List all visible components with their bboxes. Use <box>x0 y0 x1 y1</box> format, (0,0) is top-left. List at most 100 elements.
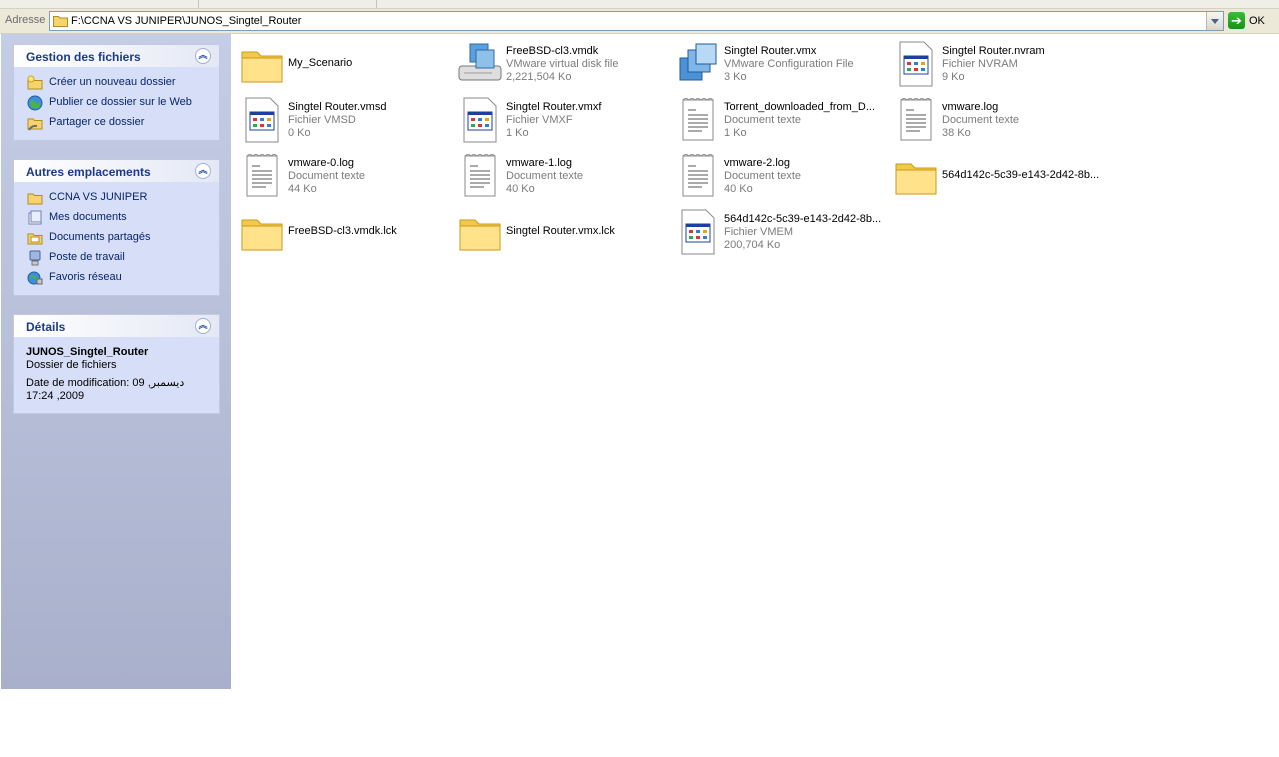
new-folder-icon <box>27 75 43 90</box>
place-label: Mes documents <box>49 211 127 223</box>
file-type: Document texte <box>724 114 802 126</box>
other-places-panel: Autres emplacements ︽ CCNA VS JUNIPER Me… <box>13 159 220 296</box>
file-name: vmware-1.log <box>506 157 573 169</box>
folder-icon <box>459 219 501 251</box>
file-size: 40 Ko <box>506 183 535 195</box>
file-tasks-panel: Gestion des fichiers ︽ Créer un nouveau … <box>13 44 220 141</box>
place-label: CCNA VS JUNIPER <box>49 191 148 203</box>
file-tile[interactable]: 564d142c-5c39-e143-2d42-8b... Fichier VM… <box>668 206 886 258</box>
file-type: VMware Configuration File <box>724 58 854 70</box>
task-share-folder[interactable]: Partager ce dossier <box>14 113 219 133</box>
application-file-icon <box>899 41 933 87</box>
file-tile[interactable]: vmware.log Document texte 38 Ko <box>886 94 1104 146</box>
file-name: FreeBSD-cl3.vmdk.lck <box>288 225 397 237</box>
address-dropdown-button[interactable] <box>1206 12 1223 30</box>
file-size: 44 Ko <box>288 183 317 195</box>
task-publish-web[interactable]: Publier ce dossier sur le Web <box>14 93 219 113</box>
place-ccna-vs-juniper[interactable]: CCNA VS JUNIPER <box>14 188 219 208</box>
file-type: Fichier VMSD <box>288 114 356 126</box>
place-network-places[interactable]: Favoris réseau <box>14 268 219 288</box>
task-pane: Gestion des fichiers ︽ Créer un nouveau … <box>1 34 231 689</box>
file-tile[interactable]: Singtel Router.vmsd Fichier VMSD 0 Ko <box>232 94 450 146</box>
task-label: Créer un nouveau dossier <box>49 76 176 88</box>
other-places-header[interactable]: Autres emplacements ︽ <box>14 160 219 182</box>
place-label: Documents partagés <box>49 231 151 243</box>
vmware-disk-icon <box>458 43 502 81</box>
collapse-chevron-icon[interactable]: ︽ <box>195 48 211 64</box>
file-size: 38 Ko <box>942 127 971 139</box>
file-type: Document texte <box>506 170 584 182</box>
file-tile[interactable]: My_Scenario <box>232 38 450 90</box>
file-tile[interactable]: FreeBSD-cl3.vmdk VMware virtual disk fil… <box>450 38 668 90</box>
file-type: Document texte <box>724 170 802 182</box>
vmware-config-icon <box>679 43 717 81</box>
text-document-icon <box>682 154 714 197</box>
task-new-folder[interactable]: Créer un nouveau dossier <box>14 73 219 93</box>
task-label: Publier ce dossier sur le Web <box>49 96 192 108</box>
file-name: Singtel Router.vmxf <box>506 101 602 113</box>
place-label: Poste de travail <box>49 251 125 263</box>
file-tile[interactable]: vmware-1.log Document texte 40 Ko <box>450 150 668 202</box>
share-folder-icon <box>27 118 43 131</box>
file-tile[interactable]: vmware-0.log Document texte 44 Ko <box>232 150 450 202</box>
application-file-icon <box>245 97 279 143</box>
folder-icon <box>895 163 937 195</box>
file-size: 0 Ko <box>288 127 311 139</box>
file-tile[interactable]: Torrent_downloaded_from_D... Document te… <box>668 94 886 146</box>
my-documents-icon <box>28 210 42 225</box>
toolbar-strip <box>0 0 1279 9</box>
file-tile[interactable]: Singtel Router.vmx VMware Configuration … <box>668 38 886 90</box>
my-computer-icon <box>29 250 41 266</box>
place-my-computer[interactable]: Poste de travail <box>14 248 219 268</box>
file-tile[interactable]: 564d142c-5c39-e143-2d42-8b... <box>886 150 1104 202</box>
file-tile[interactable]: FreeBSD-cl3.vmdk.lck <box>232 206 450 258</box>
file-name: 564d142c-5c39-e143-2d42-8b... <box>724 213 882 225</box>
go-button[interactable]: ➔ OK <box>1228 11 1276 30</box>
file-size: 3 Ko <box>724 71 747 83</box>
publish-web-icon <box>27 95 43 111</box>
place-shared-documents[interactable]: Documents partagés <box>14 228 219 248</box>
file-tile[interactable]: Singtel Router.vmxf Fichier VMXF 1 Ko <box>450 94 668 146</box>
empty-area <box>0 689 1279 757</box>
text-document-icon <box>464 154 496 197</box>
file-type: Document texte <box>942 114 1020 126</box>
chevron-down-icon <box>1211 18 1219 24</box>
file-name: vmware.log <box>942 101 999 113</box>
file-size: 200,704 Ko <box>724 239 781 251</box>
file-size: 40 Ko <box>724 183 753 195</box>
file-type: VMware virtual disk file <box>506 58 619 70</box>
application-file-icon <box>681 209 715 255</box>
file-name: 564d142c-5c39-e143-2d42-8b... <box>942 169 1100 181</box>
toolbar-separator <box>198 0 199 8</box>
file-name: FreeBSD-cl3.vmdk <box>506 45 599 57</box>
file-size: 1 Ko <box>506 127 529 139</box>
collapse-chevron-icon[interactable]: ︽ <box>195 318 211 334</box>
file-tasks-body: Créer un nouveau dossier Publier ce doss… <box>14 67 219 140</box>
file-name: My_Scenario <box>288 57 353 69</box>
details-name: JUNOS_Singtel_Router <box>26 346 149 358</box>
collapse-chevron-icon[interactable]: ︽ <box>195 163 211 179</box>
file-tasks-header[interactable]: Gestion des fichiers ︽ <box>14 45 219 67</box>
file-name: Singtel Router.vmx.lck <box>506 225 615 237</box>
file-list: My_Scenario FreeBSD-cl3.vmdk VMware virt… <box>232 34 1279 689</box>
details-header[interactable]: Détails ︽ <box>14 315 219 337</box>
address-path: F:\CCNA VS JUNIPER\JUNOS_Singtel_Router <box>71 15 302 27</box>
address-label: Adresse <box>5 14 46 26</box>
file-name: Torrent_downloaded_from_D... <box>724 101 876 113</box>
file-name: vmware-0.log <box>288 157 355 169</box>
details-panel: Détails ︽ JUNOS_Singtel_Router Dossier d… <box>13 314 220 414</box>
details-modified: Date de modification: 09 ديسمبر, 2009, 1… <box>26 377 185 402</box>
address-input[interactable]: F:\CCNA VS JUNIPER\JUNOS_Singtel_Router <box>49 11 1224 31</box>
file-size: 1 Ko <box>724 127 747 139</box>
go-label: OK <box>1249 14 1265 27</box>
file-type: Document texte <box>288 170 366 182</box>
details-type: Dossier de fichiers <box>26 359 117 371</box>
place-my-documents[interactable]: Mes documents <box>14 208 219 228</box>
place-label: Favoris réseau <box>49 271 122 283</box>
file-name: Singtel Router.nvram <box>942 45 1045 57</box>
file-tile[interactable]: Singtel Router.vmx.lck <box>450 206 668 258</box>
file-tile[interactable]: vmware-2.log Document texte 40 Ko <box>668 150 886 202</box>
file-tile[interactable]: Singtel Router.nvram Fichier NVRAM 9 Ko <box>886 38 1104 90</box>
folder-icon <box>241 219 283 251</box>
folder-icon <box>27 193 43 205</box>
